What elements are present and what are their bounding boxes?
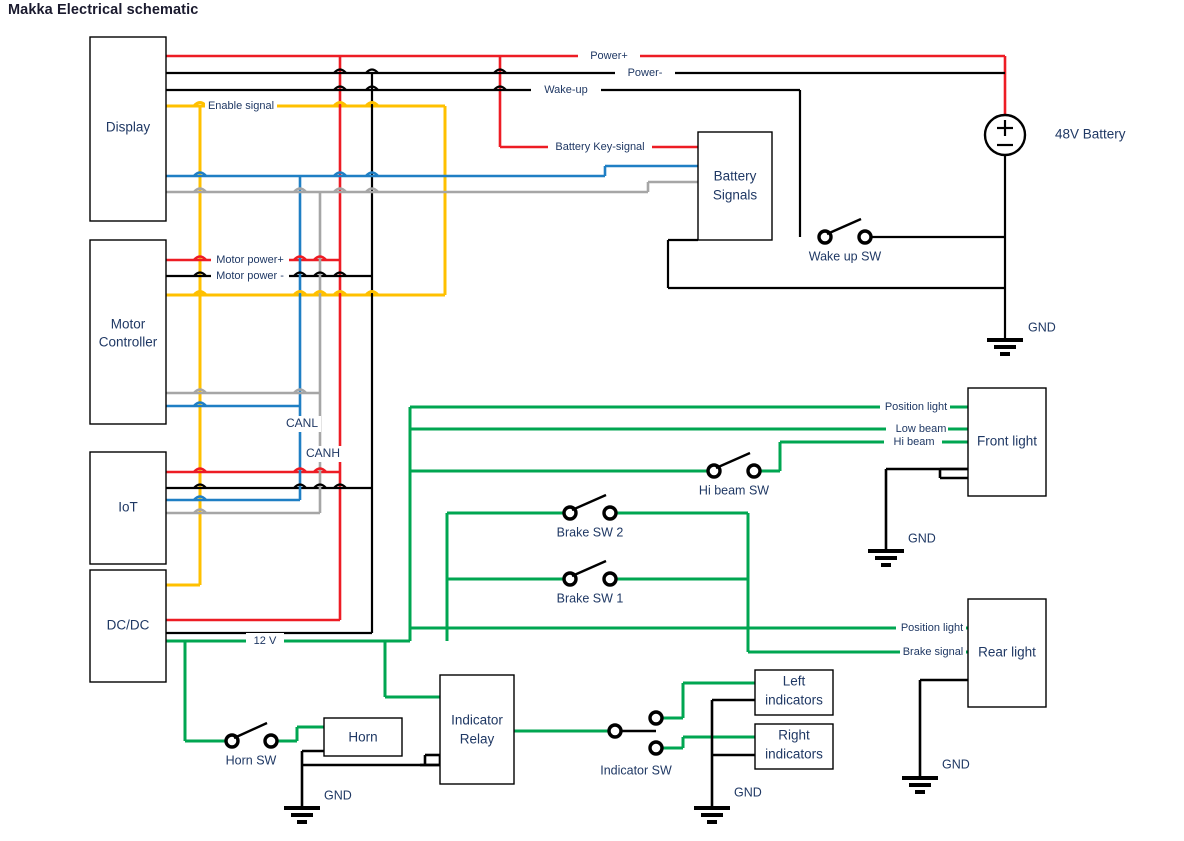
switch-label-wake-up-sw: Wake up SW: [809, 249, 882, 263]
wire-label-motor-power-plus: Motor power+: [216, 254, 284, 266]
wire-hops: [192, 68, 507, 514]
wire-label-position-light-rear: Position light: [901, 622, 963, 634]
wire-group-canh: [166, 164, 698, 502]
block-display[interactable]: Display: [89, 36, 167, 222]
block-label-rear-light: Rear light: [978, 645, 1036, 660]
block-label-indicator-relay-line1: Indicator: [451, 713, 503, 728]
ground-label-rear-light: GND: [942, 757, 970, 771]
block-label-motor-controller-line2: Controller: [99, 335, 158, 350]
block-label-front-light: Front light: [977, 434, 1037, 449]
switch-label-brake-sw-1: Brake SW 1: [557, 591, 624, 605]
switch-label-brake-sw-2: Brake SW 2: [557, 525, 624, 539]
wiring-diagram: Display Motor Controller IoT DC/DC Batte…: [89, 36, 1126, 824]
ground-label-horn: GND: [324, 788, 352, 802]
wire-label-hi-beam: Hi beam: [894, 436, 935, 448]
block-label-horn: Horn: [348, 730, 377, 745]
ground-symbol-rear-light: [902, 776, 938, 794]
switch-label-hi-beam-sw: Hi beam SW: [699, 483, 769, 497]
wire-label-motor-power-minus: Motor power -: [216, 270, 284, 282]
block-label-right-indicators-line2: indicators: [765, 747, 823, 762]
block-dcdc[interactable]: DC/DC: [89, 569, 167, 683]
block-label-motor-controller-line1: Motor: [111, 317, 146, 332]
ground-labels: GND GND GND GND GND: [324, 320, 1056, 802]
block-label-battery-signals-line1: Battery: [714, 169, 757, 184]
wire-label-power-minus: Power-: [628, 67, 663, 79]
wire-group-local-grounds: [300, 467, 968, 808]
block-motor-controller[interactable]: Motor Controller: [89, 239, 167, 425]
switch-indicator-sw: [607, 710, 664, 756]
wire-label-position-light-front: Position light: [885, 401, 947, 413]
wire-group-canl: [166, 180, 698, 515]
wire-label-12v: 12 V: [254, 635, 277, 647]
switch-label-indicator-sw: Indicator SW: [600, 763, 672, 777]
block-label-left-indicators-line2: indicators: [765, 693, 823, 708]
wire-label-power-plus: Power+: [590, 50, 628, 62]
ground-label-battery: GND: [1028, 320, 1056, 334]
battery-label: 48V Battery: [1055, 127, 1126, 142]
block-label-battery-signals-line2: Signals: [713, 188, 758, 203]
wire-label-brake-signal: Brake signal: [903, 646, 964, 658]
ground-symbol-indicators: [694, 806, 730, 824]
wire-label-enable-signal: Enable signal: [208, 100, 274, 112]
ground-label-indicators: GND: [734, 785, 762, 799]
ground-label-front-light: GND: [908, 531, 936, 545]
block-label-iot: IoT: [118, 500, 138, 515]
ground-symbol-battery: [987, 338, 1023, 356]
block-left-indicators[interactable]: Left indicators: [754, 669, 834, 716]
block-label-right-indicators-line1: Right: [778, 728, 810, 743]
block-rear-light[interactable]: Rear light: [967, 598, 1047, 708]
block-label-left-indicators-line1: Left: [783, 674, 806, 689]
block-indicator-relay[interactable]: Indicator Relay: [439, 674, 515, 785]
switch-hi-beam-sw: [706, 451, 762, 479]
ground-symbol-horn: [284, 806, 320, 824]
ground-symbol-front-light: [868, 549, 904, 567]
wire-label-low-beam: Low beam: [896, 423, 947, 435]
switch-label-horn-sw: Horn SW: [226, 753, 277, 767]
switch-wake-up-sw: [817, 217, 873, 245]
block-label-indicator-relay-line2: Relay: [460, 732, 495, 747]
block-right-indicators[interactable]: Right indicators: [754, 723, 834, 770]
block-label-display: Display: [106, 120, 151, 135]
block-horn[interactable]: Horn: [323, 717, 403, 757]
battery-symbol: [983, 113, 1027, 157]
schematic-canvas: Makka Electrical schematic Display Motor…: [0, 0, 1184, 841]
block-iot[interactable]: IoT: [89, 451, 167, 565]
switch-horn-sw: [224, 721, 279, 749]
block-battery-signals[interactable]: Battery Signals: [697, 131, 773, 241]
switch-brake-sw-2: [562, 493, 618, 521]
wire-label-battery-key-signal: Battery Key-signal: [555, 141, 644, 153]
switch-brake-sw-1: [562, 559, 618, 587]
wire-label-wake-up: Wake-up: [544, 84, 588, 96]
wire-label-canh: CANH: [306, 446, 340, 460]
wire-label-canl: CANL: [286, 416, 318, 430]
block-label-dcdc: DC/DC: [107, 618, 150, 633]
block-front-light[interactable]: Front light: [967, 387, 1047, 497]
